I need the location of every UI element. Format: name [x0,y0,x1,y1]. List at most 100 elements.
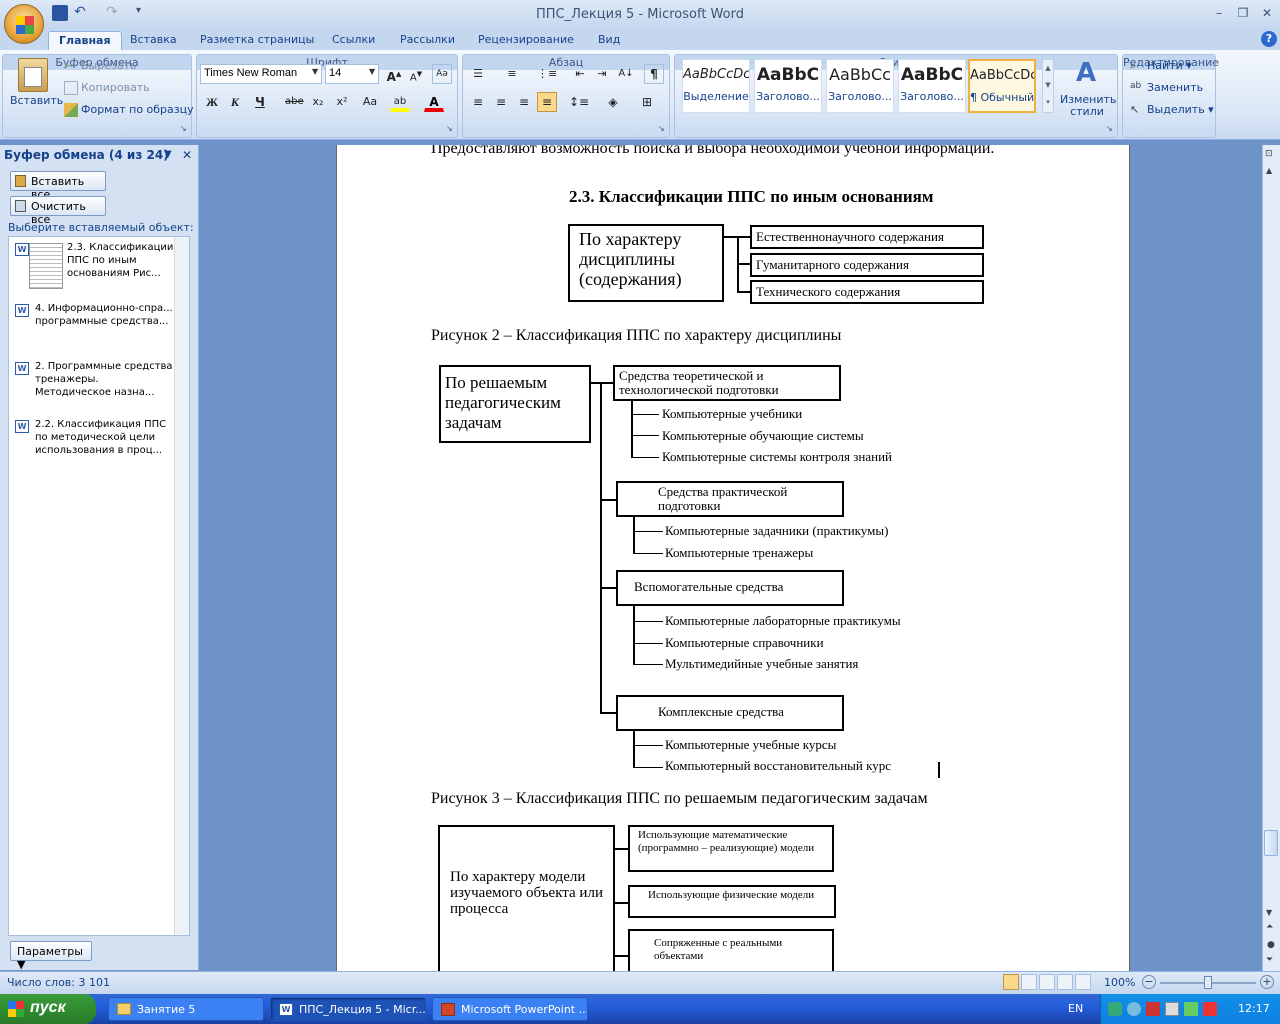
tab-mailings[interactable]: Рассылки [390,31,465,51]
justify-icon[interactable]: ≡ [537,92,557,112]
strikethrough-button[interactable]: abe [284,92,304,112]
outline-icon[interactable] [1057,974,1073,990]
bold-button[interactable]: Ж [202,92,222,112]
pane-close-icon[interactable]: ✕ [182,148,192,162]
font-size-dropdown-icon[interactable]: ▼ [369,67,375,76]
borders-icon[interactable]: ⊞ [634,92,660,112]
clear-formatting-icon[interactable]: Aǝ [432,64,452,84]
scroll-down-icon[interactable]: ▼ [1266,908,1272,917]
font-name-combo[interactable]: Times New Roman [200,64,322,84]
scroll-thumb[interactable] [1264,830,1278,856]
tab-insert[interactable]: Вставка [120,31,187,51]
clipboard-item[interactable]: W 2. Программные средства тренажеры. Мето… [9,360,174,400]
styles-dialog-launcher-icon[interactable]: ↘ [1106,124,1113,133]
undo-icon[interactable]: ↶ [74,5,90,21]
zoom-out-icon[interactable]: − [1142,975,1156,989]
help-icon[interactable]: ? [1261,31,1277,47]
start-button[interactable]: пуск [0,994,96,1024]
draft-icon[interactable] [1075,974,1091,990]
grow-font-button[interactable]: A▲ [384,64,404,84]
full-screen-reading-icon[interactable] [1021,974,1037,990]
paste-all-button[interactable]: Вставить все [10,171,106,201]
next-page-icon[interactable]: ⏷ [1266,955,1273,965]
increase-indent-icon[interactable]: ⇥ [592,64,612,84]
select-button[interactable]: ↖ Выделить ▾ [1130,103,1214,117]
document-page[interactable]: Предоставляют возможность поиска и выбор… [336,145,1130,971]
tray-monitor-icon[interactable] [1184,1002,1198,1016]
cut-button[interactable]: ✂ Вырезать [64,59,136,73]
shrink-font-button[interactable]: A▼ [406,64,426,84]
highlight-icon[interactable]: ab [390,92,410,112]
line-spacing-icon[interactable]: ↕≡ [566,92,592,112]
tab-home[interactable]: Главная [48,31,122,51]
change-styles-button[interactable]: Изменить стили [1060,94,1116,118]
underline-button[interactable]: Ч [250,92,270,112]
maximize-button[interactable]: ❐ [1232,5,1254,21]
bullets-icon[interactable]: ☰ [468,64,488,84]
numbering-icon[interactable]: ≡ [502,64,522,84]
show-formatting-icon[interactable]: ¶ [644,64,664,84]
replace-button[interactable]: ab Заменить [1130,81,1203,95]
sort-icon[interactable]: A↓ [616,64,636,84]
change-case-button[interactable]: Aa [358,92,382,112]
font-dialog-launcher-icon[interactable]: ↘ [446,124,453,133]
paste-icon[interactable] [18,58,48,92]
format-painter-button[interactable]: Формат по образцу [64,103,194,117]
clipboard-item[interactable]: W 2.2. Классификация ППС по методической … [9,418,174,458]
taskbar-item-powerpoint[interactable]: Microsoft PowerPoint ... [432,997,588,1021]
find-button[interactable]: ⌕ Найти ▾ [1130,59,1192,73]
style-emphasis[interactable]: AaBbCcDc Выделение [682,59,750,113]
clipboard-item[interactable]: W 4. Информационно-спра... программные ср… [9,302,174,342]
align-right-icon[interactable]: ≡ [514,92,534,112]
language-indicator[interactable]: EN [1068,1002,1083,1015]
redo-icon[interactable]: ↷ [106,5,122,21]
tray-network-icon[interactable] [1127,1002,1141,1016]
minimize-button[interactable]: – [1208,5,1230,21]
tray-volume-icon[interactable] [1165,1002,1179,1016]
ruler-toggle-icon[interactable]: ⊡ [1265,149,1273,159]
zoom-in-icon[interactable]: + [1260,975,1274,989]
clipboard-dialog-launcher-icon[interactable]: ↘ [180,124,187,133]
zoom-level[interactable]: 100% [1104,976,1135,989]
tray-alert-icon[interactable] [1203,1002,1217,1016]
word-count[interactable]: Число слов: 3 101 [7,976,110,989]
multilevel-list-icon[interactable]: ⋮≡ [536,64,557,84]
office-button[interactable] [4,4,44,44]
style-heading-1[interactable]: AaBbC Заголово... [754,59,822,113]
style-heading-3[interactable]: AaBbC Заголово... [898,59,966,113]
paste-button[interactable]: Вставить [10,94,63,107]
superscript-button[interactable]: x² [332,92,352,112]
decrease-indent-icon[interactable]: ⇤ [570,64,590,84]
subscript-button[interactable]: x₂ [308,92,328,112]
italic-button[interactable]: К [225,92,245,112]
browse-object-icon[interactable]: ● [1267,940,1275,950]
change-styles-icon[interactable]: A [1070,58,1102,90]
align-left-icon[interactable]: ≡ [468,92,488,112]
options-button[interactable]: Параметры ▼ [10,941,92,971]
taskbar-item-folder[interactable]: Занятие 5 [108,997,264,1021]
zoom-slider-thumb[interactable] [1204,976,1212,989]
qat-customize-icon[interactable]: ▾ [136,5,152,21]
scroll-up-icon[interactable]: ▲ [1266,166,1272,175]
styles-scroll[interactable]: ▲ ▼ ▾ [1042,59,1054,113]
copy-button[interactable]: Копировать [64,81,150,95]
style-normal[interactable]: AaBbCcDc ¶ Обычный [968,59,1036,113]
tab-review[interactable]: Рецензирование [468,31,584,51]
tab-references[interactable]: Ссылки [322,31,385,51]
pane-menu-icon[interactable]: ▼ [164,149,172,160]
tray-antivirus-icon[interactable] [1146,1002,1160,1016]
prev-page-icon[interactable]: ⏶ [1266,922,1273,932]
taskbar-item-word[interactable]: W ППС_Лекция 5 - Micr... [270,997,426,1021]
style-heading-2[interactable]: AaBbCc Заголово... [826,59,894,113]
paragraph-dialog-launcher-icon[interactable]: ↘ [658,124,665,133]
font-color-icon[interactable]: A [424,92,444,112]
shading-icon[interactable]: ◈ [600,92,626,112]
align-center-icon[interactable]: ≡ [491,92,511,112]
tray-app-icon[interactable] [1108,1002,1122,1016]
tab-page-layout[interactable]: Разметка страницы [190,31,324,51]
clip-list-scrollbar[interactable] [174,237,189,935]
clear-all-button[interactable]: Очистить все [10,196,106,226]
close-button[interactable]: ✕ [1256,5,1278,21]
print-layout-icon[interactable] [1003,974,1019,990]
web-layout-icon[interactable] [1039,974,1055,990]
